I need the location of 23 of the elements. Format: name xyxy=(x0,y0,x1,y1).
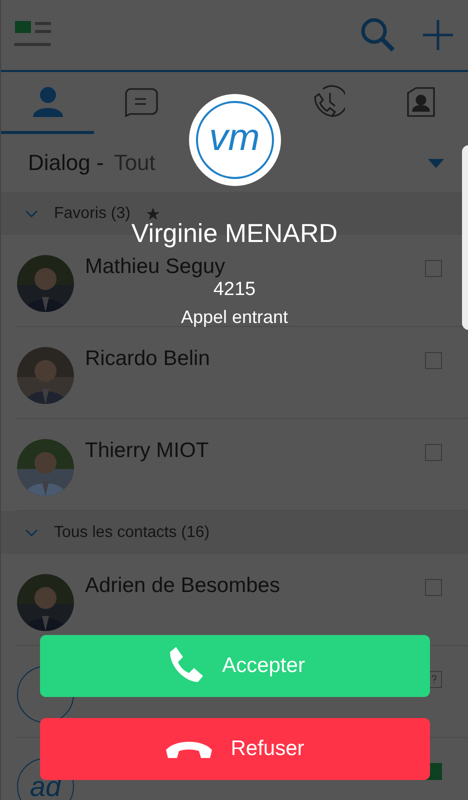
person-tab[interactable] xyxy=(30,84,65,118)
search-icon[interactable] xyxy=(360,18,396,52)
chevron-down-icon[interactable] xyxy=(25,210,38,218)
chat-tab[interactable] xyxy=(124,86,158,116)
accept-button[interactable]: Accepter xyxy=(40,635,430,697)
caller-number: 4215 xyxy=(213,279,256,301)
contact-name[interactable]: Adrien de Besombes xyxy=(85,574,280,598)
call-status: Appel entrant xyxy=(180,307,288,328)
add-icon[interactable] xyxy=(422,19,454,51)
contact-name[interactable]: Ricardo Belin xyxy=(85,347,210,371)
caller-name: Virginie MENARD xyxy=(131,218,338,249)
section-title[interactable]: Favoris (3) xyxy=(54,204,130,222)
hang-up-icon xyxy=(164,739,213,759)
contact-name[interactable]: Thierry MIOT xyxy=(85,439,209,463)
chevron-down-icon[interactable] xyxy=(25,528,38,536)
contact-card-tab[interactable] xyxy=(406,86,436,118)
decline-button[interactable]: Refuser xyxy=(40,718,430,780)
question-mark-icon xyxy=(430,675,436,684)
section-title[interactable]: Tous les contacts (16) xyxy=(54,524,210,542)
contact-name[interactable]: Mathieu Seguy xyxy=(85,255,226,279)
dropdown-icon[interactable] xyxy=(428,158,444,168)
filter-label: Dialog - xyxy=(28,150,104,176)
caller-avatar: vm xyxy=(188,94,280,186)
